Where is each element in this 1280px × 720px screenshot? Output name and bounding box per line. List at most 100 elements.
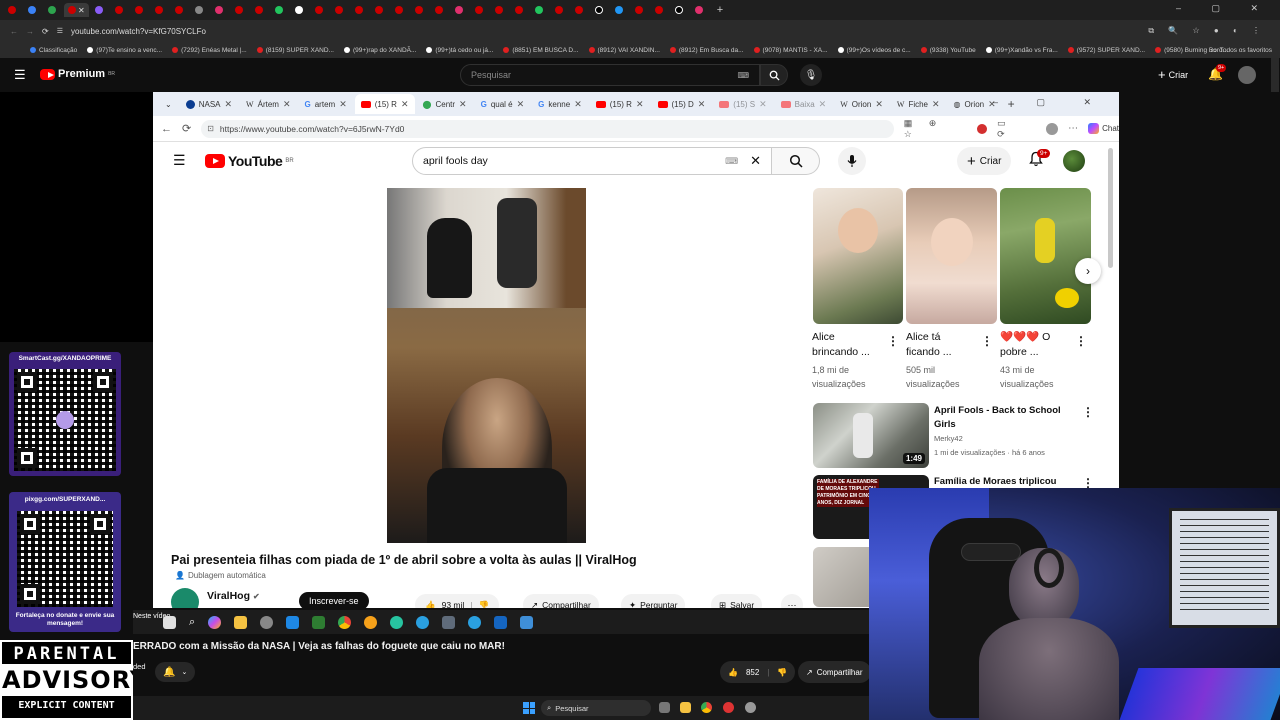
create-button[interactable]: + Criar	[957, 147, 1012, 175]
outer-tab[interactable]	[471, 3, 489, 17]
inner-tab[interactable]: (15) S ✕	[713, 94, 772, 114]
notifications-button[interactable]: 9+	[1029, 149, 1051, 171]
short-more-icon[interactable]: ⋮	[1075, 334, 1087, 348]
bookmark-item[interactable]: (99+)Xandão vs Fra...	[985, 47, 1058, 54]
voice-search-button[interactable]	[838, 147, 866, 175]
outer-tab[interactable]	[311, 3, 329, 17]
short-thumbnail[interactable]	[1000, 188, 1091, 324]
outer-url[interactable]: youtube.com/watch?v=KfG70SYCLFo	[71, 27, 206, 36]
close-icon[interactable]: ✕	[698, 99, 706, 110]
thumbs-down-icon[interactable]: 👎	[777, 668, 787, 677]
bookmark-item[interactable]: (97)Te ensino a venc...	[87, 47, 162, 54]
outer-tab[interactable]	[511, 3, 529, 17]
reload-icon[interactable]: ⟳	[182, 122, 191, 135]
chrome-app-icon[interactable]	[338, 615, 352, 629]
excel-app-icon[interactable]	[312, 615, 326, 629]
close-icon[interactable]: ✕	[283, 99, 291, 110]
outer-tab[interactable]	[24, 3, 42, 17]
toolbar-icons[interactable]: ▦ ⊕ ☆	[904, 118, 967, 140]
related-more-icon[interactable]: ⋮	[1082, 405, 1094, 419]
bookmark-item[interactable]: (9338) YouTube	[920, 47, 976, 54]
taskbar-search[interactable]: ⌕ Pesquisar	[541, 700, 651, 716]
bookmark-item[interactable]: (99+)tá cedo ou já...	[426, 47, 493, 54]
save-button[interactable]: ⊞ Salvar	[711, 594, 763, 608]
outer-tab[interactable]	[651, 3, 669, 17]
outer-tab[interactable]	[211, 3, 229, 17]
bookmark-item[interactable]: Classificação	[30, 47, 77, 54]
bookmark-item[interactable]: (8912) Em Busca da...	[669, 47, 744, 54]
outer-tab[interactable]	[531, 3, 549, 17]
inner-tab[interactable]: Baixa ✕	[775, 94, 833, 114]
outer-tab[interactable]	[591, 3, 609, 17]
windows-start-icon[interactable]	[523, 702, 535, 714]
profile-avatar[interactable]	[1046, 122, 1059, 135]
bookmark-item[interactable]: (8912) VAI XANDIN...	[588, 47, 660, 54]
close-icon[interactable]: ✕	[875, 99, 883, 110]
outer-share-button[interactable]: ↗ Compartilhar	[798, 661, 871, 683]
short-title[interactable]: ❤️❤️❤️ O	[1000, 330, 1078, 345]
inner-tab[interactable]: W Ártem ✕	[240, 94, 296, 114]
outer-avatar[interactable]	[1238, 66, 1256, 84]
short-thumbnail[interactable]	[906, 188, 997, 324]
tab-list-button[interactable]: ⌄	[159, 94, 178, 114]
youtube-premium-logo[interactable]: Premium BR	[40, 68, 115, 80]
edge-app-icon[interactable]	[390, 615, 404, 629]
outer-toolbar-icons[interactable]: ⧉ 🔍 ☆ ● ◐ ⋮	[1148, 26, 1266, 36]
inner-tab[interactable]: Gartem ✕	[299, 94, 353, 114]
outer-tab[interactable]	[44, 3, 62, 17]
channel-avatar[interactable]	[171, 588, 199, 608]
outer-tab[interactable]	[431, 3, 449, 17]
thumbs-down-icon[interactable]: 👎	[479, 600, 490, 609]
outer-tab[interactable]	[131, 3, 149, 17]
hamburger-menu-icon[interactable]: ☰	[173, 152, 186, 169]
new-tab-icon[interactable]: +	[717, 4, 723, 16]
task-view-icon[interactable]	[659, 702, 670, 713]
outer-tab[interactable]	[91, 3, 109, 17]
chevron-icon[interactable]	[163, 615, 176, 629]
inner-tab[interactable]: Gkenne ✕	[532, 94, 588, 114]
outer-tab[interactable]	[691, 3, 709, 17]
subscribe-button[interactable]: Inscrever-se	[299, 592, 369, 608]
bookmark-item[interactable]: (9078) MANTIS - XA...	[753, 47, 828, 54]
short-title[interactable]: brincando ...	[812, 345, 890, 360]
outer-bell-button[interactable]: 🔔 ⌄	[155, 662, 196, 682]
inner-tab[interactable]: (15) R ✕	[590, 94, 650, 114]
all-favorites[interactable]: ▭ Todos os favoritos	[1210, 46, 1272, 55]
outer-notifications-button[interactable]: 🔔 9+	[1208, 64, 1227, 81]
outer-create-button[interactable]: + Criar	[1158, 67, 1188, 82]
related-title[interactable]: April Fools - Back to School	[934, 404, 1079, 418]
like-button[interactable]: 👍 93 mil | 👎	[415, 594, 500, 609]
app-icon[interactable]	[494, 615, 508, 629]
short-title[interactable]: ficando ...	[906, 345, 984, 360]
more-menu-icon[interactable]: ⋯	[1068, 123, 1078, 134]
outer-like-button[interactable]: 👍 852 | 👎	[720, 661, 796, 683]
video-player[interactable]	[387, 188, 586, 543]
close-icon[interactable]: ✕	[932, 99, 940, 110]
reload-icon[interactable]: ⟳	[42, 27, 49, 36]
outer-scrollbar[interactable]	[1271, 58, 1279, 92]
ask-button[interactable]: ✦ Perguntar	[621, 594, 686, 608]
channel-name[interactable]: ViralHog ✔	[207, 590, 260, 602]
url-field[interactable]: ⊡ https://www.youtube.com/watch?v=6J5rwN…	[201, 119, 894, 138]
short-title[interactable]: Alice	[812, 330, 890, 345]
copilot-app-icon[interactable]	[208, 615, 222, 629]
outer-tab[interactable]	[331, 3, 349, 17]
back-icon[interactable]: ←	[161, 123, 172, 135]
search-input[interactable]: april fools day ⌨ ✕	[412, 147, 772, 175]
outer-tab[interactable]	[251, 3, 269, 17]
user-avatar[interactable]	[1063, 150, 1085, 172]
related-title[interactable]: Família de Moraes triplicou	[934, 475, 1079, 489]
outer-search-input[interactable]: Pesquisar ⌨	[460, 64, 760, 86]
bookmark-item[interactable]: (8851) EM BUSCA D...	[503, 47, 579, 54]
share-button[interactable]: ↗ Compartilhar	[523, 594, 599, 608]
outer-tab[interactable]	[111, 3, 129, 17]
inner-tab[interactable]: (15) D ✕	[652, 94, 712, 114]
outer-tab-active[interactable]: ✕	[64, 3, 89, 17]
related-channel[interactable]: Merky42	[934, 432, 1079, 446]
short-more-icon[interactable]: ⋮	[887, 334, 899, 348]
close-icon[interactable]: ✕	[459, 99, 467, 110]
app-icon[interactable]	[364, 615, 378, 629]
inner-tab[interactable]: W Orion ✕	[834, 94, 889, 114]
inner-tab-active[interactable]: (15) R ✕	[354, 94, 415, 114]
telegram-app-icon[interactable]	[468, 615, 482, 629]
